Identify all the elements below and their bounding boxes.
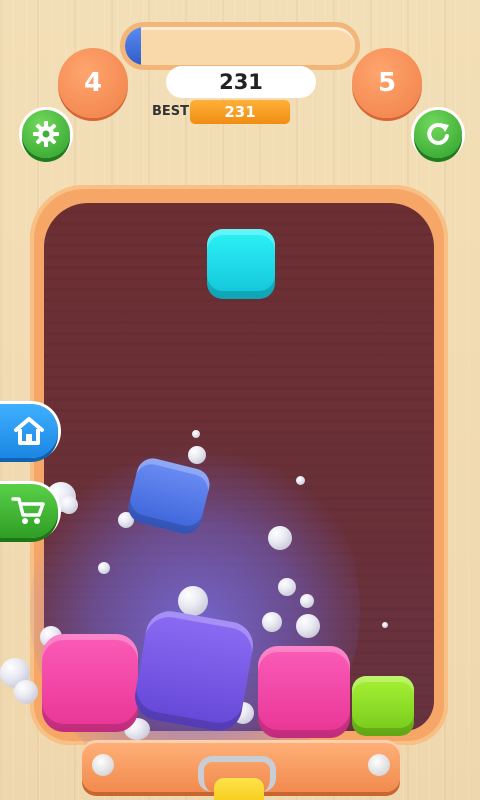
best-label: BEST [152,104,190,119]
cube-lime [352,676,414,736]
restart-button[interactable] [414,110,462,158]
bubble [296,476,305,485]
level-progress-fill [125,27,142,65]
score-display: 231 [166,66,316,98]
cube-pink [42,634,138,732]
best-score: 231 [190,100,290,124]
home-icon [14,417,44,445]
level-progress-bar [120,22,360,70]
bubble [278,578,296,596]
bubble [296,614,320,638]
bubble [262,612,282,632]
home-button[interactable] [0,404,58,458]
screw-icon [92,754,114,776]
bubble [98,562,110,574]
shop-button[interactable] [0,484,58,538]
bubble [268,526,292,550]
bubble [192,430,200,438]
bubble [382,622,388,628]
bubble [60,496,78,514]
cart-icon [11,497,45,524]
bubble [14,680,38,704]
gear-icon [33,121,59,147]
bubble [188,446,206,464]
cube-purple [131,607,257,735]
screw-icon [368,754,390,776]
next-level-badge: 5 [352,48,422,118]
cube-cyan [207,229,275,299]
current-level-badge: 4 [58,48,128,118]
bubble [178,586,208,616]
restart-icon [427,122,449,145]
bubble [300,594,314,608]
next-cube-yellow [214,778,264,800]
settings-button[interactable] [22,110,70,158]
cube-pink [258,646,350,738]
